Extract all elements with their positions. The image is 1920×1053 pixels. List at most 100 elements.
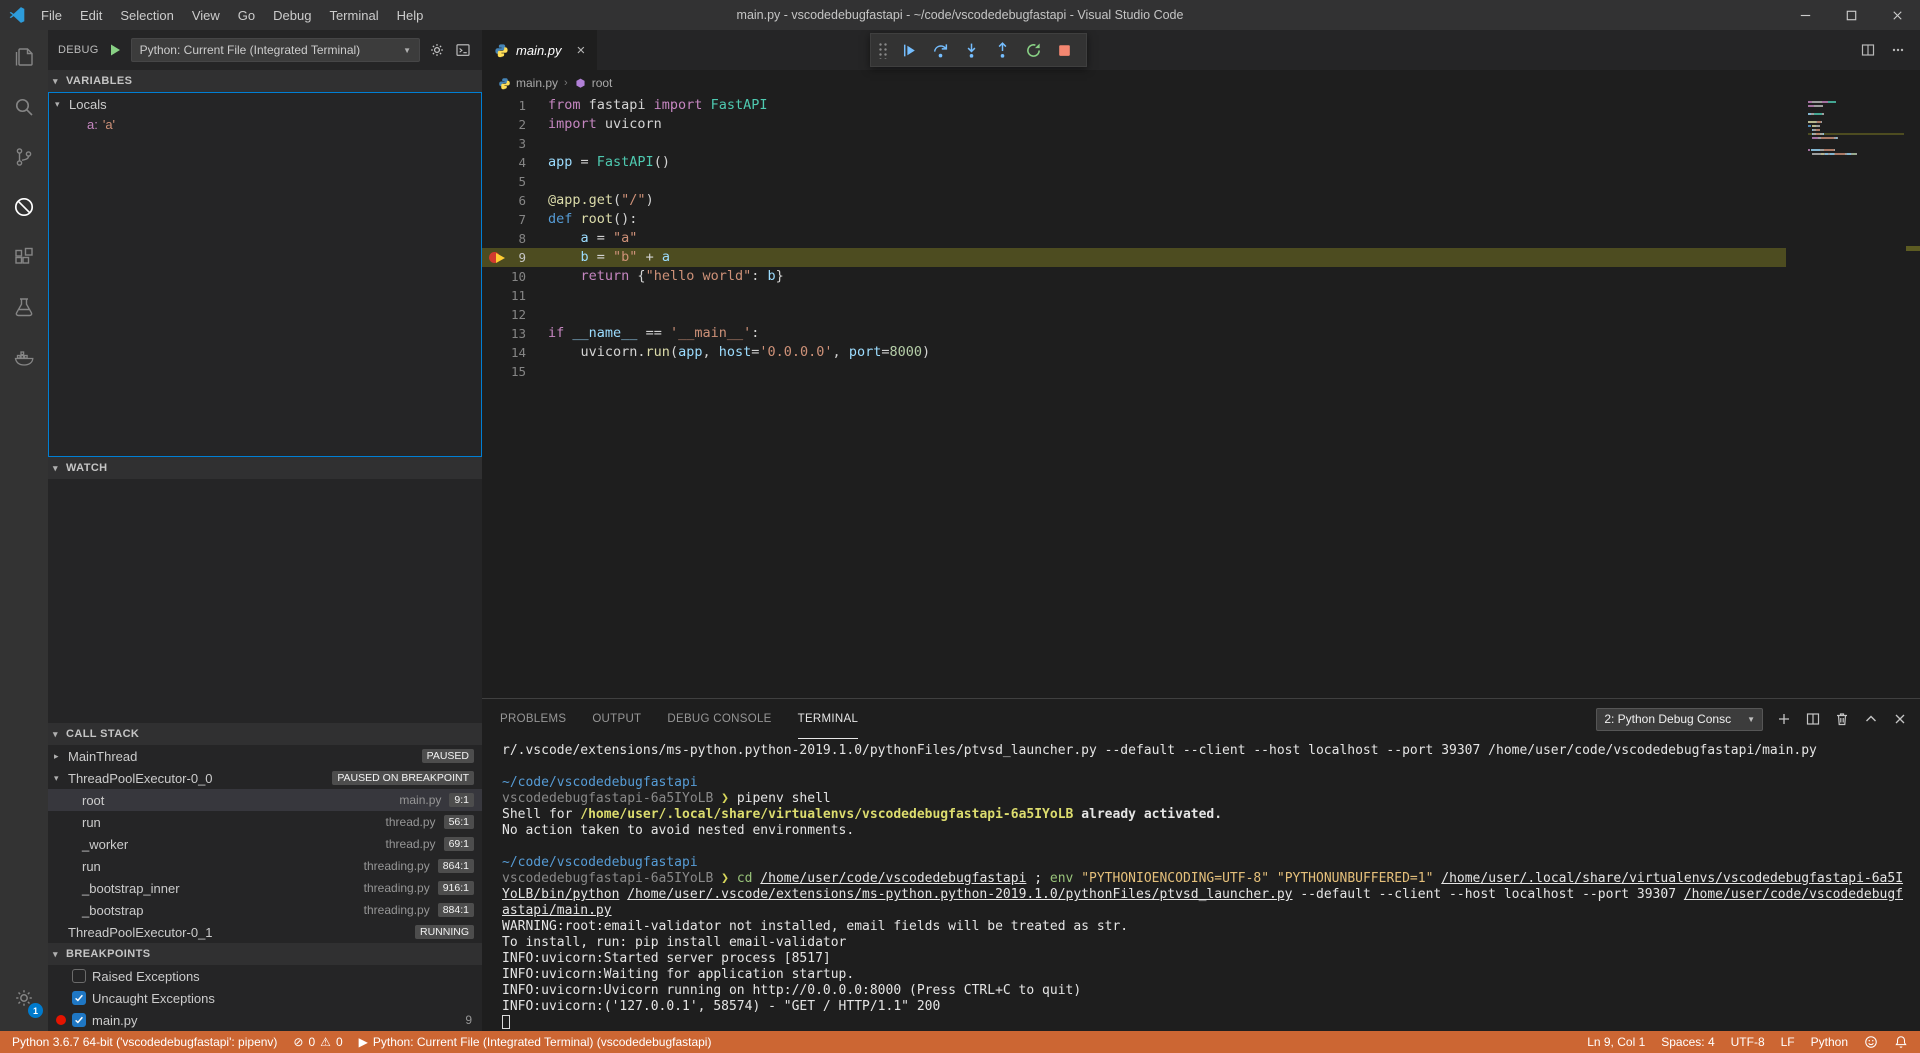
variables-panel[interactable]: ▾ Locals a: 'a': [48, 92, 482, 457]
split-editor-icon[interactable]: [1860, 42, 1876, 58]
extensions-icon[interactable]: [0, 232, 48, 282]
panel-tab-debug-console[interactable]: DEBUG CONSOLE: [667, 699, 771, 739]
variable-a[interactable]: a: 'a': [49, 115, 481, 133]
line-number-6[interactable]: 6: [482, 191, 548, 210]
line-number-14[interactable]: 14: [482, 343, 548, 362]
explorer-icon[interactable]: [0, 32, 48, 82]
callstack-frame-_bootstrap_inner[interactable]: _bootstrap_innerthreading.py916:1: [48, 877, 482, 899]
code-line-9[interactable]: 9 b = "b" + a: [482, 248, 1786, 267]
code-line-7[interactable]: 7def root():: [482, 210, 1786, 229]
scope-locals[interactable]: ▾ Locals: [49, 93, 481, 115]
stop-button[interactable]: [1050, 36, 1079, 64]
callstack-frame-root[interactable]: rootmain.py9:1: [48, 789, 482, 811]
debug-settings-gear-icon[interactable]: [428, 41, 446, 59]
breadcrumb-file[interactable]: main.py: [498, 76, 558, 90]
close-button[interactable]: [1874, 0, 1920, 30]
drag-handle[interactable]: [878, 41, 888, 59]
callstack-thread-threadpoolexecutor-0_1[interactable]: ThreadPoolExecutor-0_1RUNNING: [48, 921, 482, 943]
editor-scrollbar[interactable]: [1906, 96, 1920, 698]
maximize-panel-icon[interactable]: [1863, 711, 1879, 727]
python-interpreter-status[interactable]: Python 3.6.7 64-bit ('vscodedebugfastapi…: [4, 1031, 285, 1053]
line-number-11[interactable]: 11: [482, 286, 548, 305]
language-mode-status[interactable]: Python: [1803, 1031, 1856, 1053]
source-control-icon[interactable]: [0, 132, 48, 182]
menu-go[interactable]: Go: [229, 0, 264, 30]
menu-file[interactable]: File: [32, 0, 71, 30]
minimap[interactable]: [1808, 101, 1904, 161]
line-number-4[interactable]: 4: [482, 153, 548, 172]
close-panel-icon[interactable]: [1892, 711, 1908, 727]
twistie-icon[interactable]: ▸: [54, 751, 59, 762]
problems-status[interactable]: ⊘ 0 ⚠ 0: [285, 1031, 350, 1053]
code-line-15[interactable]: 15: [482, 362, 1786, 381]
line-number-12[interactable]: 12: [482, 305, 548, 324]
code-line-3[interactable]: 3: [482, 134, 1786, 153]
indentation-status[interactable]: Spaces: 4: [1653, 1031, 1722, 1053]
step-over-button[interactable]: [926, 36, 955, 64]
code-line-8[interactable]: 8 a = "a": [482, 229, 1786, 248]
new-terminal-icon[interactable]: [1776, 711, 1792, 727]
section-header-variables[interactable]: ▾ VARIABLES: [48, 70, 482, 92]
menu-debug[interactable]: Debug: [264, 0, 320, 30]
menu-terminal[interactable]: Terminal: [320, 0, 387, 30]
panel-tab-output[interactable]: OUTPUT: [592, 699, 641, 739]
twistie-icon[interactable]: ▾: [54, 773, 59, 784]
eol-status[interactable]: LF: [1773, 1031, 1803, 1053]
split-terminal-icon[interactable]: [1805, 711, 1821, 727]
debug-icon[interactable]: [0, 182, 48, 232]
breakpoint-main-py[interactable]: main.py9: [48, 1009, 482, 1031]
section-header-call-stack[interactable]: ▾ CALL STACK: [48, 723, 482, 745]
menu-help[interactable]: Help: [388, 0, 433, 30]
menu-selection[interactable]: Selection: [111, 0, 182, 30]
settings-gear-icon[interactable]: 1: [0, 973, 48, 1023]
section-header-breakpoints[interactable]: ▾ BREAKPOINTS: [48, 943, 482, 965]
breakpoint-uncaught-exceptions[interactable]: Uncaught Exceptions: [48, 987, 482, 1009]
panel-tab-problems[interactable]: PROBLEMS: [500, 699, 566, 739]
line-number-3[interactable]: 3: [482, 134, 548, 153]
terminal[interactable]: r/.vscode/extensions/ms-python.python-20…: [482, 739, 1920, 1031]
code-line-1[interactable]: 1from fastapi import FastAPI: [482, 96, 1786, 115]
debug-configuration-dropdown[interactable]: Python: Current File (Integrated Termina…: [131, 38, 420, 62]
docker-icon[interactable]: [0, 332, 48, 382]
callstack-frame-_bootstrap[interactable]: _bootstrapthreading.py884:1: [48, 899, 482, 921]
line-number-15[interactable]: 15: [482, 362, 548, 381]
watch-panel[interactable]: [48, 479, 482, 723]
callstack-frame-run[interactable]: runthreading.py864:1: [48, 855, 482, 877]
code-line-10[interactable]: 10 return {"hello world": b}: [482, 267, 1786, 286]
checkbox[interactable]: [72, 969, 86, 983]
open-debug-console-icon[interactable]: [454, 41, 472, 59]
code-line-14[interactable]: 14 uvicorn.run(app, host='0.0.0.0', port…: [482, 343, 1786, 362]
callstack-frame-run[interactable]: runthread.py56:1: [48, 811, 482, 833]
checkbox[interactable]: [72, 991, 86, 1005]
kill-terminal-icon[interactable]: [1834, 711, 1850, 727]
search-icon[interactable]: [0, 82, 48, 132]
callstack-thread-threadpoolexecutor-0_0[interactable]: ▾ThreadPoolExecutor-0_0PAUSED ON BREAKPO…: [48, 767, 482, 789]
breakpoint-raised-exceptions[interactable]: Raised Exceptions: [48, 965, 482, 987]
notifications-bell-icon[interactable]: [1886, 1031, 1916, 1053]
breadcrumb-symbol[interactable]: root: [574, 76, 613, 90]
restart-button[interactable]: [1019, 36, 1048, 64]
code-line-11[interactable]: 11: [482, 286, 1786, 305]
tab-close-icon[interactable]: ×: [577, 43, 586, 58]
code-line-6[interactable]: 6@app.get("/"): [482, 191, 1786, 210]
feedback-smiley-icon[interactable]: [1856, 1031, 1886, 1053]
continue-button[interactable]: [895, 36, 924, 64]
terminal-instance-dropdown[interactable]: 2: Python Debug Consc ▼: [1596, 708, 1763, 731]
code-editor[interactable]: 1from fastapi import FastAPI2import uvic…: [482, 96, 1920, 698]
minimize-button[interactable]: [1782, 0, 1828, 30]
cursor-position-status[interactable]: Ln 9, Col 1: [1579, 1031, 1653, 1053]
code-line-12[interactable]: 12: [482, 305, 1786, 324]
line-number-7[interactable]: 7: [482, 210, 548, 229]
code-line-5[interactable]: 5: [482, 172, 1786, 191]
menu-view[interactable]: View: [183, 0, 229, 30]
callstack-frame-_worker[interactable]: _workerthread.py69:1: [48, 833, 482, 855]
tab-main-py[interactable]: main.py ×: [482, 30, 597, 70]
maximize-button[interactable]: [1828, 0, 1874, 30]
line-number-5[interactable]: 5: [482, 172, 548, 191]
debug-config-status[interactable]: ▶ Python: Current File (Integrated Termi…: [351, 1031, 720, 1053]
line-number-2[interactable]: 2: [482, 115, 548, 134]
step-into-button[interactable]: [957, 36, 986, 64]
test-icon[interactable]: [0, 282, 48, 332]
line-number-10[interactable]: 10: [482, 267, 548, 286]
checkbox[interactable]: [72, 1013, 86, 1027]
